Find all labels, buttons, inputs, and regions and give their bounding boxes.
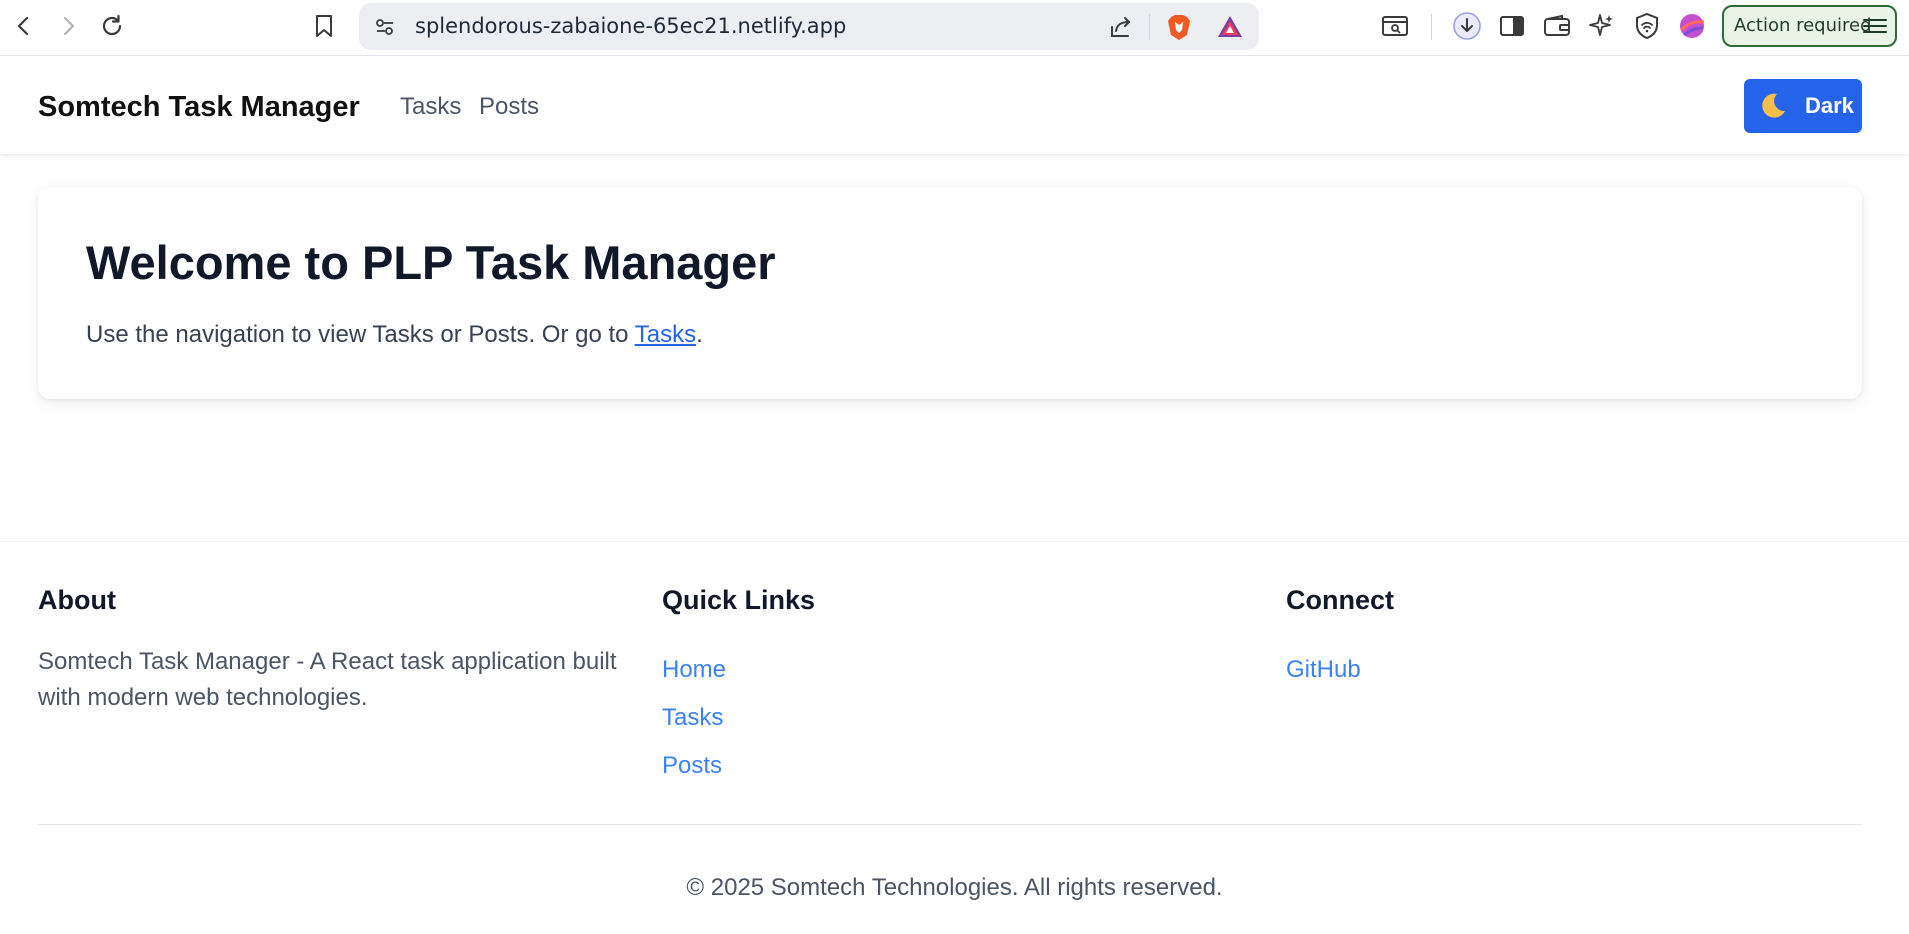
footer-divider (38, 824, 1862, 825)
address-bar[interactable]: splendorous-zabaione-65ec21.netlify.app (359, 3, 1259, 50)
footer-quick-links-list: Home Tasks Posts (662, 646, 1262, 790)
moon-icon (1758, 91, 1788, 126)
profile-icon[interactable] (1674, 8, 1710, 44)
tasks-link[interactable]: Tasks (635, 321, 696, 348)
footer-about-heading: About (38, 585, 116, 615)
nav-link-tasks[interactable]: Tasks (400, 56, 461, 158)
brave-shields-icon[interactable] (1161, 9, 1197, 45)
vpn-icon[interactable] (1629, 8, 1665, 44)
footer-about-column: About Somtech Task Manager - A React tas… (38, 580, 638, 716)
reload-icon[interactable] (94, 8, 130, 44)
action-required-button[interactable]: Action required (1722, 5, 1897, 47)
nav-link-posts[interactable]: Posts (479, 56, 539, 158)
footer-connect-column: Connect GitHub (1286, 580, 1886, 694)
action-required-label: Action required (1734, 15, 1872, 36)
footer-link-posts[interactable]: Posts (662, 742, 1262, 790)
footer-link-home[interactable]: Home (662, 646, 1262, 694)
leo-ai-icon[interactable] (1584, 8, 1620, 44)
bookmark-icon[interactable] (306, 8, 342, 44)
browser-toolbar: splendorous-zabaione-65ec21.netlify.app … (0, 0, 1909, 56)
share-icon[interactable] (1103, 9, 1139, 45)
footer-divider-top (0, 541, 1909, 542)
page-title: Welcome to PLP Task Manager (86, 236, 776, 289)
url-text[interactable]: splendorous-zabaione-65ec21.netlify.app (415, 3, 846, 50)
brand-title[interactable]: Somtech Task Manager (38, 56, 360, 158)
footer-connect-heading: Connect (1286, 585, 1394, 615)
footer-about-text: Somtech Task Manager - A React task appl… (38, 648, 617, 711)
download-icon[interactable] (1449, 8, 1485, 44)
menu-icon (1863, 16, 1887, 36)
footer-link-tasks[interactable]: Tasks (662, 694, 1262, 742)
footer-quick-links-heading: Quick Links (662, 585, 816, 615)
reader-mode-icon[interactable] (1377, 8, 1413, 44)
welcome-card: Welcome to PLP Task Manager Use the navi… (38, 187, 1862, 399)
welcome-text-lead: Use the navigation to view Tasks or Post… (86, 321, 635, 348)
copyright-text: © 2025 Somtech Technologies. All rights … (686, 874, 1223, 901)
footer-connect-list: GitHub (1286, 646, 1886, 694)
forward-icon[interactable] (50, 8, 86, 44)
brave-rewards-icon[interactable] (1212, 9, 1248, 45)
sidebar-icon[interactable] (1494, 8, 1530, 44)
site-settings-icon[interactable] (367, 9, 403, 45)
wallet-icon[interactable] (1539, 8, 1575, 44)
dark-mode-label: Dark (1805, 93, 1854, 118)
welcome-text: Use the navigation to view Tasks or Post… (86, 321, 703, 349)
welcome-text-end: . (696, 321, 703, 348)
footer-link-github[interactable]: GitHub (1286, 646, 1886, 694)
app-navbar: Somtech Task Manager Tasks Posts Dark (0, 56, 1909, 154)
dark-mode-toggle-button[interactable]: Dark (1744, 79, 1862, 133)
footer-quick-links-column: Quick Links Home Tasks Posts (662, 580, 1262, 790)
back-icon[interactable] (6, 8, 42, 44)
